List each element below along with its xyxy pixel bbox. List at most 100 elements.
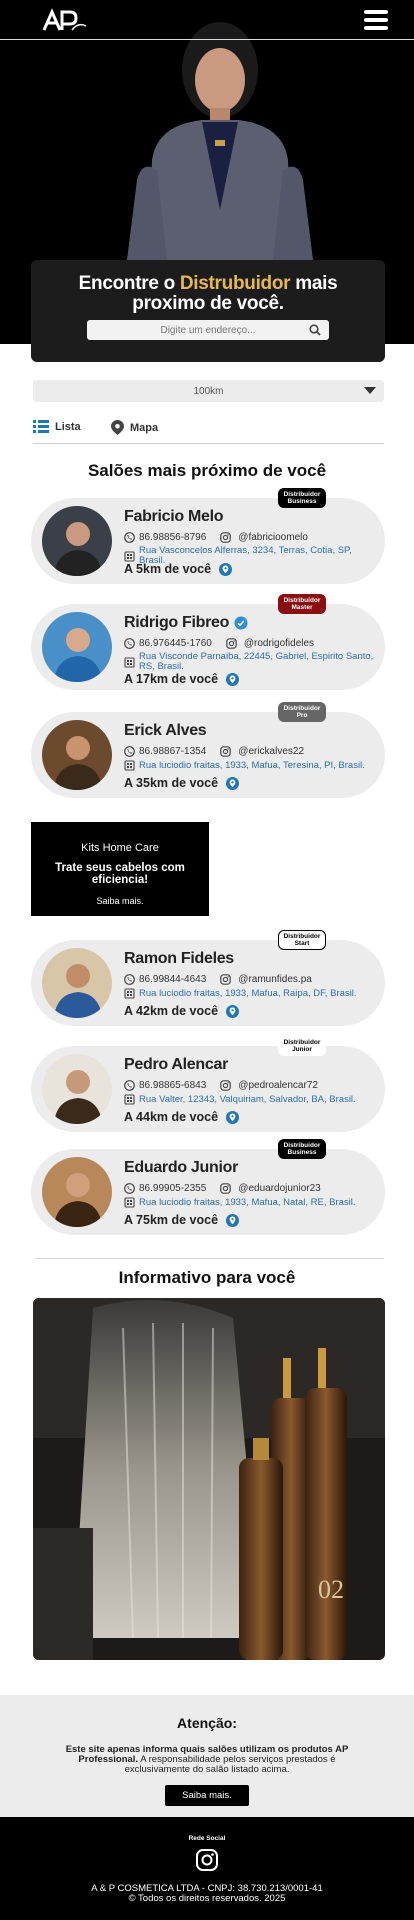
distance-row: A 35km de você: [124, 776, 240, 790]
contact-row: 86.98865-6843 @pedroalencar72: [124, 1080, 318, 1091]
building-icon: [124, 656, 135, 668]
tab-map[interactable]: Mapa: [111, 420, 158, 435]
search-icon[interactable]: [309, 324, 321, 336]
distance-row: A 75km de você: [124, 1213, 240, 1227]
avatar: [42, 612, 112, 682]
salon-card[interactable]: Erick Alves 86.98867-1354 @erickalves22 Rua…: [31, 702, 385, 798]
building-icon: [124, 988, 135, 999]
phone-number[interactable]: 86.99905-2355: [139, 1183, 206, 1194]
instagram-icon: [220, 1080, 232, 1091]
promo-banner[interactable]: Kits Home Care Trate seus cabelos com ef…: [31, 822, 209, 916]
salon-address[interactable]: Rua luciodio fraitas, 1933, Mafua, Natal…: [139, 1197, 356, 1208]
info-product-image[interactable]: 02: [33, 1298, 385, 1660]
instagram-icon: [220, 746, 232, 757]
salon-name[interactable]: Erick Alves: [124, 722, 207, 740]
address-row: Rua luciodio fraitas, 1933, Mafua, Natal…: [124, 1197, 356, 1208]
salon-distance: A 17km de você: [124, 672, 219, 686]
phone-icon: [124, 638, 135, 649]
salons-section-title: Salões mais próximo de você: [87, 461, 327, 480]
address-search-input[interactable]: [108, 324, 308, 336]
search-card: Encontre o Distrubuidor mais proximo de …: [31, 260, 385, 362]
location-pin-icon[interactable]: [219, 562, 233, 576]
salon-distance: A 44km de você: [124, 1110, 219, 1124]
building-icon: [124, 1094, 135, 1105]
avatar: [42, 506, 112, 576]
search-box[interactable]: [87, 320, 329, 340]
salon-card[interactable]: Pedro Alencar 86.98865-6843 @pedroalencar7…: [31, 1036, 385, 1132]
title-highlight: Distrubuidor: [179, 273, 291, 294]
hamburger-menu-button[interactable]: [364, 10, 388, 30]
salon-name[interactable]: Eduardo Junior: [124, 1159, 238, 1177]
search-title: Encontre o Distrubuidor mais proximo de …: [78, 273, 338, 314]
phone-number[interactable]: 86.98865-6843: [139, 1080, 206, 1091]
top-bar: [0, 0, 414, 40]
salon-address[interactable]: Rua luciodio fraitas, 1933, Mafua, Teres…: [139, 760, 365, 771]
salon-card[interactable]: Ridrigo Fibreo 86.976445-1760 @rodrigofide…: [31, 594, 385, 690]
salon-name[interactable]: Pedro Alencar: [124, 1056, 228, 1074]
view-tabs: Lista Mapa: [33, 418, 384, 444]
location-pin-icon[interactable]: [226, 672, 240, 686]
attention-text: Este site apenas informa quais salões ut…: [65, 1744, 349, 1775]
location-pin-icon[interactable]: [226, 1213, 240, 1227]
instagram-handle[interactable]: @rodrigofideles: [226, 638, 314, 649]
salon-card[interactable]: Eduardo Junior 86.99905-2355 @eduardojunio…: [31, 1139, 385, 1235]
distance-row: A 17km de você: [124, 672, 240, 686]
footer: Rede Social A & P COSMETICA LTDA - CNPJ:…: [0, 1817, 414, 1920]
salon-address[interactable]: Rua Visconde Parnaiba, 22445, Gabriel, E…: [139, 652, 379, 672]
phone-number[interactable]: 86.99844-4643: [139, 974, 206, 985]
instagram-icon: [220, 974, 232, 985]
distributor-badge: Distribuidor Business: [278, 488, 326, 508]
contact-row: 86.98856-8796 @fabricioomelo: [124, 532, 308, 543]
instagram-handle[interactable]: @erickalves22: [220, 746, 304, 757]
salon-distance: A 42km de você: [124, 1004, 219, 1018]
distributor-badge: Distribuidor Business: [278, 1139, 326, 1159]
tab-list[interactable]: Lista: [33, 420, 81, 433]
promo-subtitle: Trate seus cabelos com eficiencia!: [55, 862, 185, 886]
promo-title: Kits Home Care: [81, 842, 159, 854]
contact-row: 86.976445-1760 @rodrigofideles: [124, 638, 314, 649]
salon-name[interactable]: Ridrigo Fibreo: [124, 614, 248, 632]
location-pin-icon[interactable]: [226, 776, 240, 790]
promo-cta-link[interactable]: Saiba mais.: [31, 896, 209, 906]
attention-title: Atenção:: [177, 1715, 237, 1731]
distance-row: A 42km de você: [124, 1004, 240, 1018]
instagram-handle[interactable]: @eduardojunior23: [220, 1183, 321, 1194]
salon-address[interactable]: Rua Valter, 12343, Valquiriam, Salvador,…: [139, 1094, 356, 1105]
attention-section: Atenção: Este site apenas informa quais …: [0, 1695, 414, 1817]
building-icon: [124, 1197, 135, 1208]
copyright: © Todos os direitos reservados. 2025: [128, 1893, 286, 1904]
building-icon: [124, 550, 135, 562]
attention-more-button[interactable]: Saiba mais.: [165, 1785, 249, 1806]
salon-name[interactable]: Fabricio Melo: [124, 508, 224, 526]
salon-name[interactable]: Ramon Fideles: [124, 950, 234, 968]
avatar: [42, 720, 112, 790]
distributor-badge: Distribuidor Junior: [278, 1036, 326, 1056]
phone-number[interactable]: 86.98867-1354: [139, 746, 206, 757]
instagram-handle[interactable]: @ramunfides.pa: [220, 974, 312, 985]
distance-select[interactable]: 100km: [33, 380, 384, 402]
distributor-badge: Distribuidor Start: [278, 930, 326, 950]
divider: [36, 1258, 384, 1259]
phone-icon: [124, 746, 135, 757]
contact-row: 86.99844-4643 @ramunfides.pa: [124, 974, 312, 985]
distributor-badge: Distribuidor Pro: [278, 702, 326, 722]
instagram-icon[interactable]: [195, 1848, 219, 1877]
salon-address[interactable]: Rua luciodio fraitas, 1933, Mafua, Raipa…: [139, 988, 357, 999]
instagram-handle[interactable]: @pedroalencar72: [220, 1080, 318, 1091]
address-row: Rua luciodio fraitas, 1933, Mafua, Raipa…: [124, 988, 357, 999]
phone-number[interactable]: 86.98856-8796: [139, 532, 206, 543]
distance-row: A 5km de você: [124, 562, 233, 576]
address-row: Rua Visconde Parnaiba, 22445, Gabriel, E…: [124, 652, 379, 672]
instagram-handle[interactable]: @fabricioomelo: [220, 532, 308, 543]
svg-text:02: 02: [318, 1575, 344, 1604]
location-pin-icon[interactable]: [226, 1004, 240, 1018]
location-pin-icon[interactable]: [226, 1110, 240, 1124]
salon-card[interactable]: Ramon Fideles 86.99844-4643 @ramunfides.pa…: [31, 930, 385, 1026]
brand-logo[interactable]: [42, 8, 90, 34]
phone-icon: [124, 1183, 135, 1194]
page: Encontre o Distrubuidor mais proximo de …: [0, 0, 414, 1920]
phone-icon: [124, 532, 135, 543]
salon-card[interactable]: Fabricio Melo 86.98856-8796 @fabricioomelo…: [31, 488, 385, 584]
phone-number[interactable]: 86.976445-1760: [139, 638, 212, 649]
contact-row: 86.99905-2355 @eduardojunior23: [124, 1183, 321, 1194]
